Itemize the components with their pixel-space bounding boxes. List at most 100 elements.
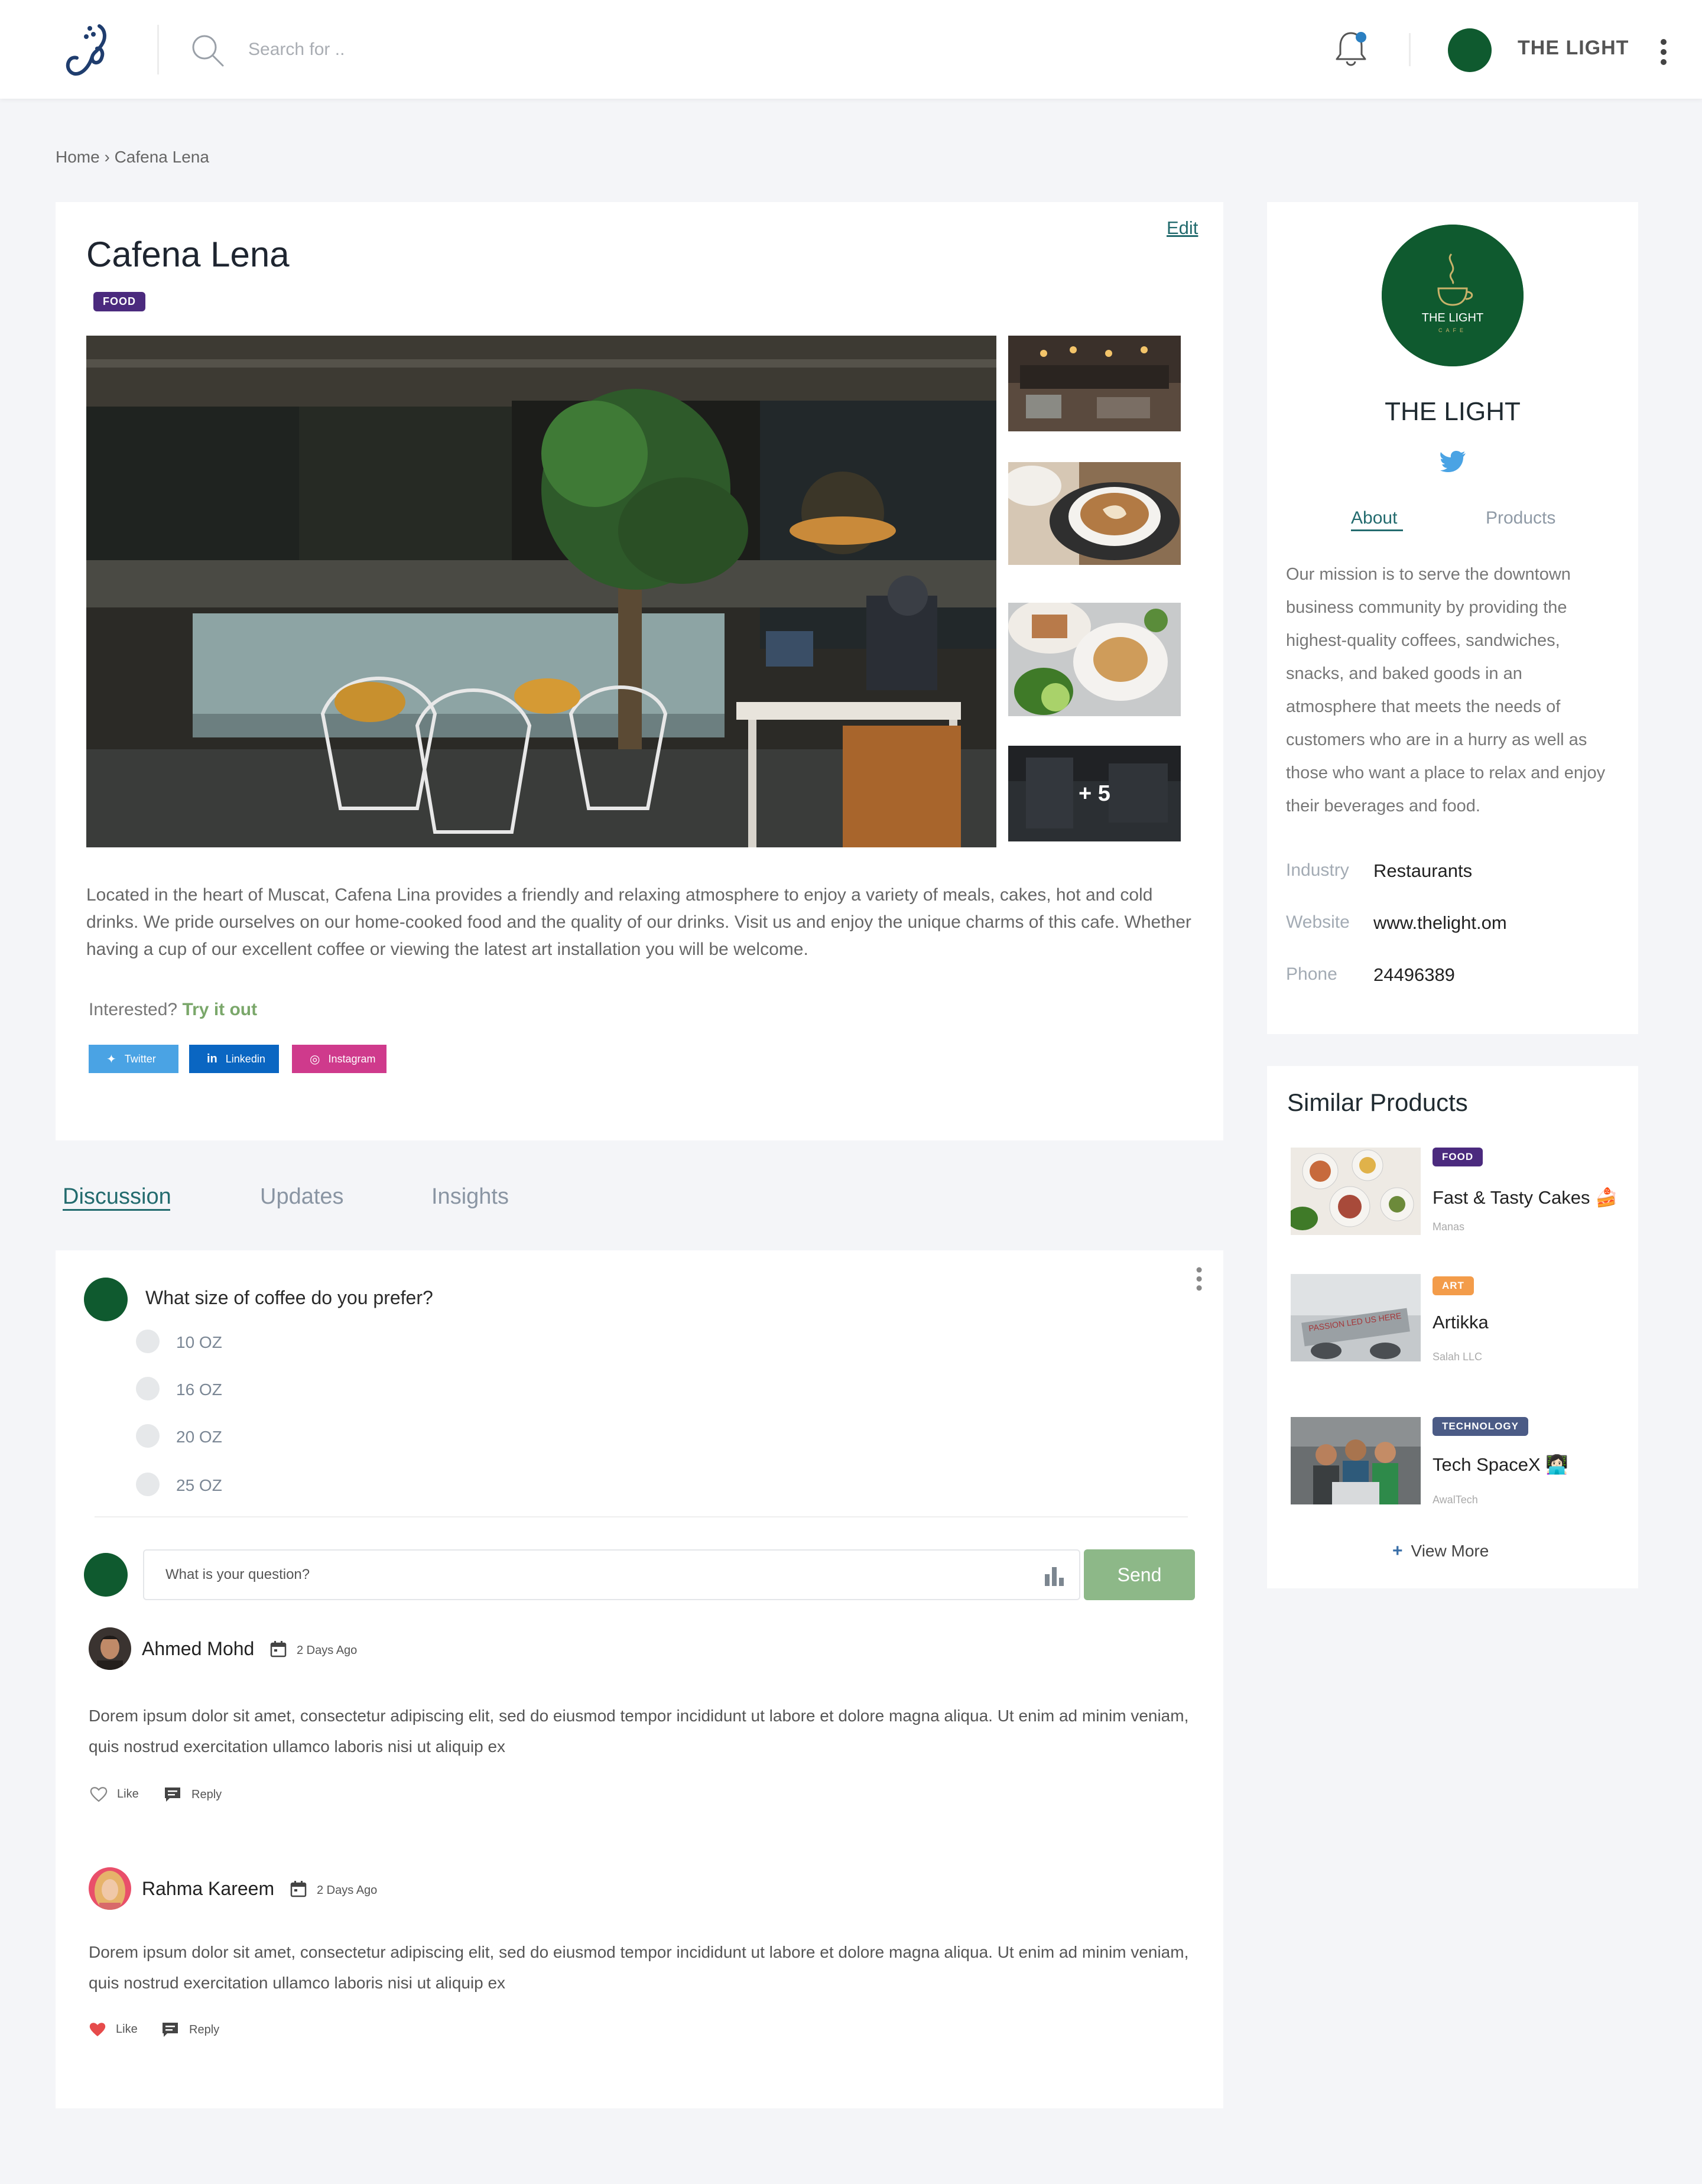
share-linkedin-label: Linkedin [225, 1052, 265, 1065]
gallery-thumbnail[interactable] [1008, 462, 1181, 565]
comment-author-avatar[interactable] [89, 1867, 131, 1910]
poll-author-avatar[interactable] [84, 1278, 128, 1321]
comment-author-name[interactable]: Ahmed Mohd [142, 1638, 254, 1660]
share-twitter-button[interactable]: ✦ Twitter [89, 1045, 178, 1073]
similar-product-image[interactable]: PASSION LED US HERE [1291, 1274, 1421, 1361]
reply-button[interactable]: Reply [163, 1786, 222, 1803]
poll-question: What size of coffee do you prefer? [145, 1287, 433, 1308]
breadcrumb[interactable]: Home › Cafena Lena [56, 148, 209, 167]
industry-value: Restaurants [1373, 860, 1473, 881]
instagram-icon: ◎ [310, 1052, 320, 1066]
industry-label: Industry [1286, 860, 1349, 880]
company-name: THE LIGHT [1385, 397, 1521, 426]
similar-product-name[interactable]: Tech SpaceX 👩🏻‍💻 [1433, 1454, 1568, 1476]
twitter-icon[interactable] [1440, 450, 1467, 473]
share-twitter-label: Twitter [124, 1052, 156, 1065]
tab-about[interactable]: About [1351, 508, 1397, 528]
linkedin-icon: in [207, 1052, 217, 1065]
phone-label: Phone [1286, 964, 1337, 984]
poll-option-radio[interactable] [136, 1424, 160, 1448]
user-avatar[interactable] [1448, 28, 1492, 72]
similar-product-name[interactable]: Artikka [1433, 1312, 1489, 1333]
share-instagram-button[interactable]: ◎ Instagram [292, 1045, 386, 1073]
edit-link[interactable]: Edit [1167, 217, 1198, 239]
similar-product-company: Manas [1433, 1221, 1465, 1233]
reply-label: Reply [191, 1788, 222, 1801]
poll-option-radio[interactable] [136, 1473, 160, 1496]
like-label: Like [117, 1787, 139, 1800]
reply-icon [163, 2023, 178, 2037]
tab-insights[interactable]: Insights [431, 1184, 509, 1210]
more-options-icon[interactable] [1661, 39, 1668, 69]
phone-value: 24496389 [1373, 964, 1455, 985]
search-icon[interactable] [190, 33, 226, 69]
user-name[interactable]: THE LIGHT [1518, 37, 1629, 60]
reply-label: Reply [189, 2023, 220, 2036]
active-tab-indicator [1351, 529, 1403, 531]
website-label: Website [1286, 912, 1350, 932]
website-value[interactable]: www.thelight.om [1373, 912, 1507, 934]
heart-outline-icon [90, 1787, 108, 1802]
product-description: Located in the heart of Muscat, Cafena L… [86, 885, 1191, 959]
comment-author-name[interactable]: Rahma Kareem [142, 1878, 274, 1900]
page-title: Cafena Lena [86, 235, 290, 274]
active-tab-indicator [63, 1209, 170, 1211]
interested-text: Interested? [89, 1000, 178, 1019]
gallery-thumbnail[interactable] [1008, 603, 1181, 716]
calendar-icon [290, 1881, 307, 1897]
tab-discussion[interactable]: Discussion [63, 1184, 171, 1210]
calendar-icon [270, 1641, 287, 1658]
poll-option-radio[interactable] [136, 1377, 160, 1400]
company-logo[interactable]: THE LIGHT CAFE [1382, 225, 1524, 366]
similar-product-name[interactable]: Fast & Tasty Cakes 🍰 [1433, 1187, 1618, 1208]
question-input-wrapper [143, 1549, 1080, 1600]
comment-author-avatar[interactable] [89, 1627, 131, 1670]
notification-dot [1356, 32, 1366, 43]
more-photos-count[interactable]: + 5 [1008, 746, 1181, 841]
gallery-thumbnail[interactable] [1008, 336, 1181, 431]
comment-timestamp: 2 Days Ago [317, 1884, 378, 1897]
view-more-link[interactable]: + View More [1392, 1541, 1489, 1561]
poll-more-options-icon[interactable] [1196, 1267, 1203, 1295]
poll-option-label[interactable]: 10 OZ [176, 1333, 222, 1352]
similar-product-badge: FOOD [1433, 1148, 1483, 1166]
plus-icon: + [1392, 1541, 1403, 1561]
interested-line: Interested? Try it out [89, 1000, 257, 1020]
app-logo[interactable] [64, 21, 117, 84]
comment-body: Dorem ipsum dolor sit amet, consectetur … [89, 1707, 1189, 1756]
reply-button[interactable]: Reply [161, 2021, 219, 2039]
like-button[interactable]: Like [90, 1786, 139, 1802]
reply-icon [165, 1788, 180, 1802]
poll-option-label[interactable]: 25 OZ [176, 1476, 222, 1495]
twitter-icon: ✦ [106, 1052, 116, 1066]
share-linkedin-button[interactable]: in Linkedin [189, 1045, 279, 1073]
try-it-out-link[interactable]: Try it out [182, 1000, 257, 1019]
tab-updates[interactable]: Updates [260, 1184, 344, 1210]
current-user-avatar [84, 1553, 128, 1597]
similar-product-image[interactable] [1291, 1148, 1421, 1235]
heart-filled-icon [89, 2023, 106, 2036]
view-more-label: View More [1411, 1542, 1489, 1560]
cafe-main-photo[interactable] [86, 336, 996, 847]
poll-option-label[interactable]: 20 OZ [176, 1428, 222, 1447]
similar-product-company: AwalTech [1433, 1494, 1478, 1506]
similar-products-title: Similar Products [1287, 1088, 1468, 1116]
poll-option-radio[interactable] [136, 1330, 160, 1353]
search-input[interactable] [248, 32, 603, 67]
category-badge: FOOD [93, 292, 145, 311]
similar-product-badge: ART [1433, 1276, 1474, 1295]
divider [1409, 33, 1411, 66]
similar-product-image[interactable] [1291, 1417, 1421, 1504]
similar-product-badge: TECHNOLOGY [1433, 1417, 1528, 1436]
share-instagram-label: Instagram [328, 1052, 376, 1065]
send-button[interactable]: Send [1084, 1549, 1195, 1600]
comment-timestamp: 2 Days Ago [297, 1644, 358, 1657]
similar-product-company: Salah LLC [1433, 1351, 1483, 1363]
comment-body: Dorem ipsum dolor sit amet, consectetur … [89, 1943, 1189, 1992]
company-logo-subtext: CAFE [1438, 327, 1467, 333]
question-input[interactable] [165, 1551, 993, 1599]
poll-chart-icon[interactable] [1044, 1566, 1065, 1586]
tab-products[interactable]: Products [1486, 508, 1555, 528]
like-button[interactable]: Like [89, 2021, 138, 2037]
poll-option-label[interactable]: 16 OZ [176, 1380, 222, 1399]
